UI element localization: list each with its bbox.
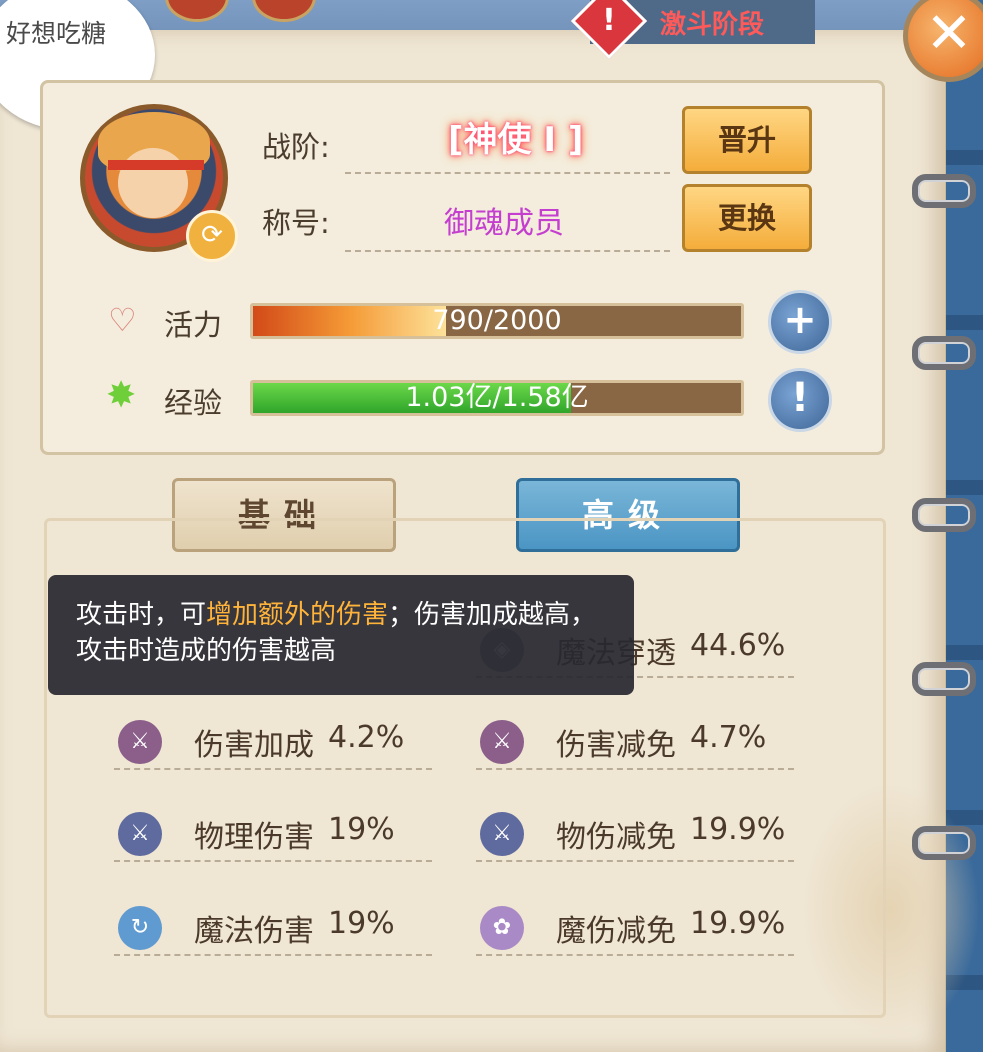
- vitality-bar: 790/2000: [250, 303, 744, 339]
- add-vitality-button[interactable]: +: [768, 290, 832, 354]
- divider: [476, 954, 794, 956]
- binder-ring-icon: [912, 662, 976, 696]
- promote-button[interactable]: 晋升: [682, 106, 812, 174]
- stat-value: 4.7%: [690, 720, 767, 755]
- divider: [476, 860, 794, 862]
- rank-value: [神使 I ]: [448, 120, 584, 160]
- divider: [476, 768, 794, 770]
- sword-up-icon: ⚔: [118, 720, 162, 764]
- stat-value: 44.6%: [690, 628, 786, 663]
- vitality-label: 活力: [164, 308, 223, 342]
- rank-label: 战阶:: [262, 130, 330, 164]
- binder-ring-icon: [912, 498, 976, 532]
- experience-value: 1.03亿/1.58亿: [405, 382, 589, 413]
- binder-ring-icon: [912, 174, 976, 208]
- stat-value: 19.9%: [690, 906, 786, 941]
- stat-value: 19.9%: [690, 812, 786, 847]
- divider: [114, 860, 432, 862]
- binder-ring-icon: [912, 336, 976, 370]
- divider: [114, 768, 432, 770]
- divider: [345, 250, 670, 252]
- tooltip: 攻击时，可增加额外的伤害；伤害加成越高，攻击时造成的伤害越高: [48, 575, 634, 695]
- experience-info-button[interactable]: !: [768, 368, 832, 432]
- swap-avatar-icon[interactable]: ⟳: [186, 210, 238, 262]
- stat-name: 物伤减免: [556, 820, 676, 855]
- stat-name: 伤害加成: [194, 728, 314, 763]
- sword-down-icon: ⚔: [480, 812, 524, 856]
- divider: [345, 172, 670, 174]
- stat-name: 魔伤减免: [556, 914, 676, 949]
- stat-name: 魔法伤害: [194, 914, 314, 949]
- avatar-headband: [108, 160, 204, 170]
- sword-up-icon: ⚔: [118, 812, 162, 856]
- sword-down-icon: ⚔: [480, 720, 524, 764]
- magic-down-icon: ✿: [480, 906, 524, 950]
- stage-label: 激斗阶段: [660, 10, 765, 40]
- vitality-value: 790/2000: [432, 305, 562, 336]
- stat-value: 4.2%: [328, 720, 405, 755]
- change-title-button[interactable]: 更换: [682, 184, 812, 252]
- binder-ring-icon: [912, 826, 976, 860]
- stat-name: 物理伤害: [194, 820, 314, 855]
- stat-value: 19%: [328, 812, 395, 847]
- stat-value: 19%: [328, 906, 395, 941]
- experience-label: 经验: [164, 386, 223, 420]
- star-icon: ✸: [106, 375, 137, 416]
- heart-icon: ♡: [108, 301, 137, 339]
- speech-bubble-text: 好想吃糖: [6, 19, 107, 48]
- tooltip-text: 攻击时，可: [76, 600, 207, 630]
- tooltip-highlight: 增加额外的伤害: [206, 600, 389, 630]
- stat-name: 伤害减免: [556, 728, 676, 763]
- magic-icon: ↻: [118, 906, 162, 950]
- avatar-face: [118, 148, 188, 218]
- divider: [114, 954, 432, 956]
- experience-bar: 1.03亿/1.58亿: [250, 380, 744, 416]
- title-value: 御魂成员: [444, 206, 564, 241]
- title-label: 称号:: [262, 206, 330, 240]
